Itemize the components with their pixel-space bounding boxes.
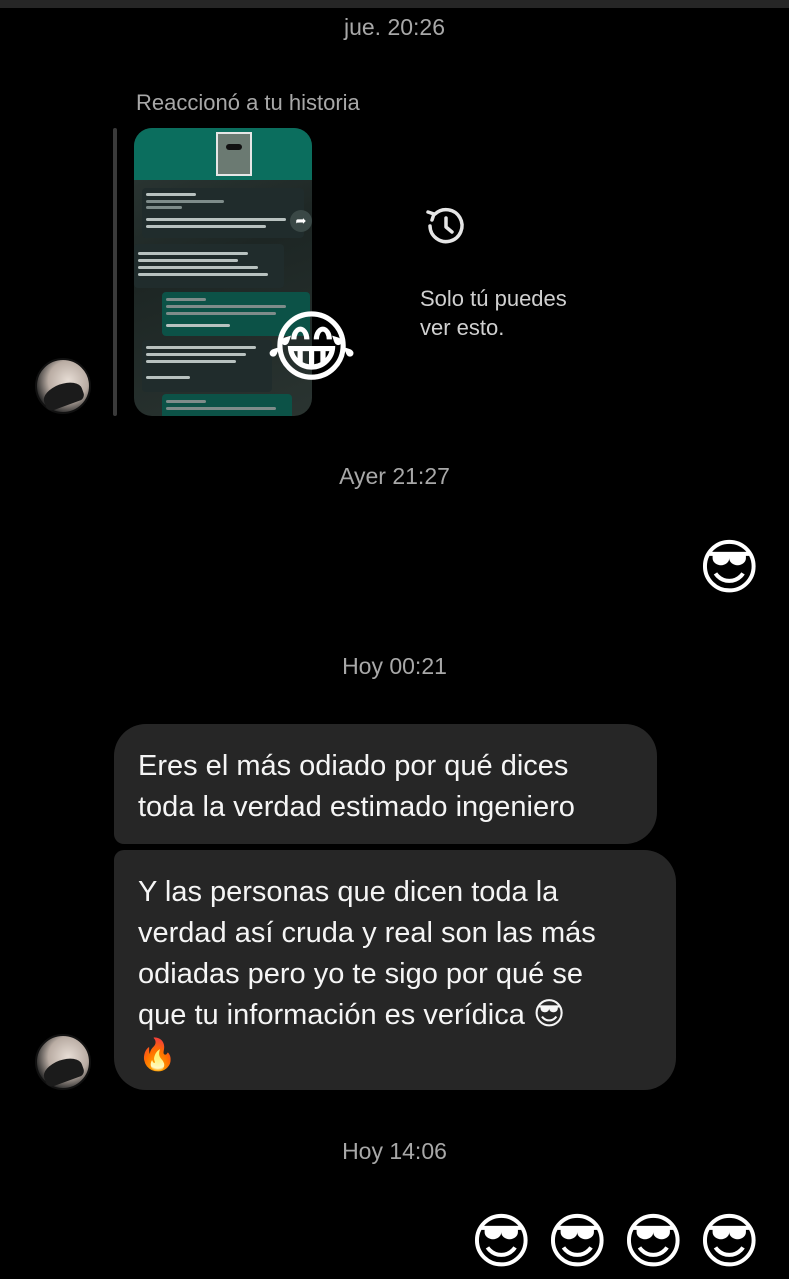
- sent-emoji-message[interactable]: 😎: [698, 1212, 761, 1272]
- story-card: [134, 244, 284, 288]
- story-card: [142, 188, 304, 238]
- sunglasses-emoji: 😎: [532, 996, 566, 1031]
- received-message-bubble[interactable]: Y las personas que dicen toda la verdad …: [114, 850, 676, 1090]
- story-card: [162, 394, 292, 416]
- received-message-bubble[interactable]: Eres el más odiado por qué dices toda la…: [114, 724, 657, 844]
- story-profile-picture: [216, 132, 252, 176]
- laughing-emoji-reaction: 😂: [266, 303, 358, 391]
- message-line: toda la verdad estimado ingeniero: [138, 791, 575, 823]
- avatar[interactable]: [35, 358, 91, 414]
- timestamp: jue. 20:26: [343, 14, 446, 40]
- message-line: 🔥: [138, 1036, 652, 1077]
- timestamp: Hoy 14:06: [342, 1138, 447, 1164]
- story-reply-bar: [113, 128, 117, 416]
- avatar[interactable]: [35, 1034, 91, 1090]
- message-line: verdad así cruda y real son las más: [138, 917, 596, 949]
- status-bar-strip: [0, 0, 789, 8]
- forward-icon: ➦: [290, 210, 312, 232]
- message-line: que tu información es verídica 😎: [138, 995, 652, 1036]
- message-line: Eres el más odiado por qué dices: [138, 750, 569, 782]
- only-you-line: ver esto.: [420, 315, 505, 340]
- sent-emoji-message[interactable]: 😎: [622, 1212, 685, 1272]
- message-line: odiadas pero yo te sigo por qué se: [138, 958, 583, 990]
- timestamp: Hoy 00:21: [342, 653, 447, 679]
- only-you-notice: Solo tú puedes ver esto.: [420, 284, 567, 342]
- sent-emoji-message[interactable]: 😎: [546, 1212, 609, 1272]
- history-icon: [426, 207, 464, 244]
- only-you-line: Solo tú puedes: [420, 286, 567, 311]
- story-card: [142, 340, 272, 392]
- timestamp: Ayer 21:27: [339, 463, 450, 489]
- sent-emoji-message[interactable]: 😎: [698, 538, 761, 598]
- story-reaction-label: Reaccionó a tu historia: [136, 90, 360, 115]
- fire-emoji: 🔥: [138, 1037, 177, 1072]
- message-line: Y las personas que dicen toda la: [138, 876, 559, 908]
- sent-emoji-message[interactable]: 😎: [470, 1212, 533, 1272]
- message-text: que tu información es verídica: [138, 999, 525, 1031]
